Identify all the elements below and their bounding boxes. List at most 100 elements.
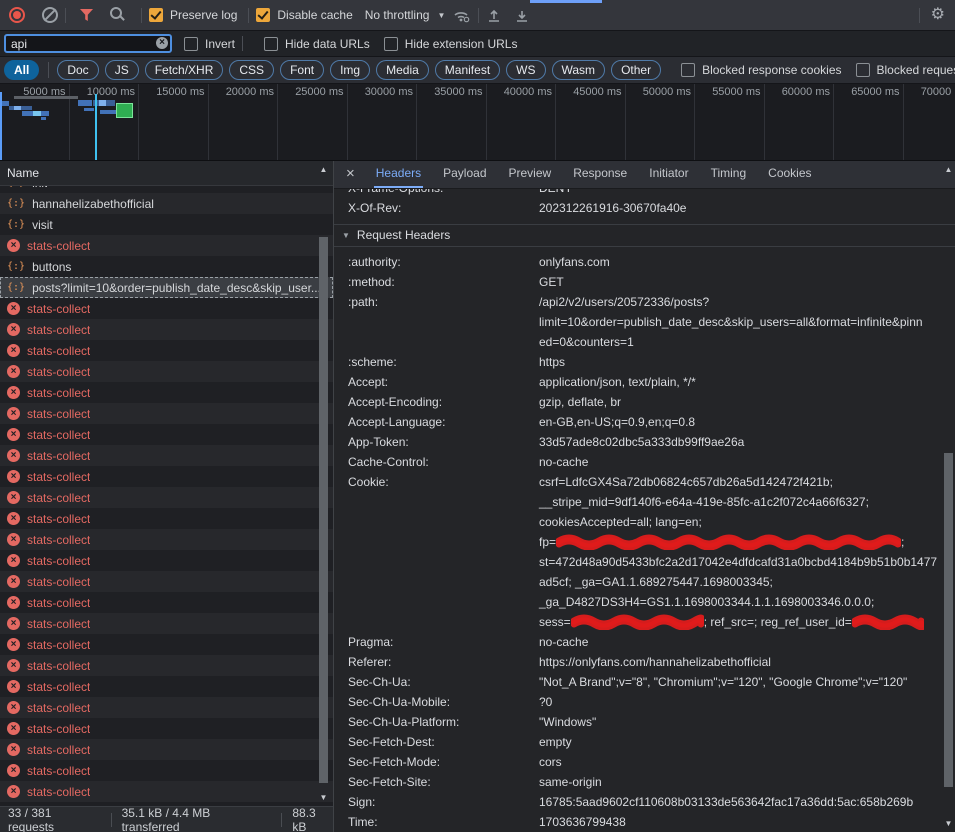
table-row[interactable]: × stats-collect <box>0 424 333 445</box>
header-value-text: ; <box>901 535 904 549</box>
table-row[interactable]: ×stats-collect <box>0 382 333 403</box>
network-conditions-icon[interactable] <box>453 8 471 23</box>
table-row[interactable]: ×stats-collect <box>0 445 333 466</box>
header-value-text: 202312261916-30670fa40e <box>539 201 686 215</box>
error-icon: × <box>7 428 20 441</box>
table-row[interactable]: ×stats-collect <box>0 634 333 655</box>
header-value-line: "Windows" <box>539 712 596 732</box>
tab-response[interactable]: Response <box>571 161 629 188</box>
filter-chip-wasm[interactable]: Wasm <box>552 60 606 80</box>
header-value-line: GET <box>539 272 564 292</box>
tab-cookies[interactable]: Cookies <box>766 161 813 188</box>
clear-filter-icon[interactable]: × <box>156 37 168 49</box>
header-value-text: ad5cf; _ga=GA1.1.689275447.1698003345; <box>539 575 773 589</box>
disable-cache-checkbox[interactable] <box>256 8 270 22</box>
tab-headers[interactable]: Headers <box>374 161 423 188</box>
table-row[interactable]: ×stats-collect <box>0 466 333 487</box>
header-value-line: fp=; <box>539 532 937 552</box>
clear-icon[interactable] <box>42 7 58 23</box>
checkbox-blocked-response-cookies[interactable] <box>681 63 695 77</box>
request-headers-section-header[interactable]: ▼Request Headers <box>334 224 955 247</box>
filter-chip-ws[interactable]: WS <box>506 60 545 80</box>
table-row[interactable]: {:}posts?limit=10&order=publish_date_des… <box>0 277 333 298</box>
scrollbar-thumb[interactable] <box>319 237 328 783</box>
throttling-select[interactable]: No throttling <box>365 8 430 22</box>
filter-chip-font[interactable]: Font <box>280 60 324 80</box>
table-row[interactable]: ×stats-collect <box>0 718 333 739</box>
error-icon: × <box>7 533 20 546</box>
table-row[interactable]: ×stats-collect <box>0 550 333 571</box>
tab-preview[interactable]: Preview <box>507 161 554 188</box>
scroll-down-icon[interactable]: ▼ <box>317 791 330 804</box>
tab-payload[interactable]: Payload <box>441 161 488 188</box>
record-icon[interactable] <box>9 7 25 23</box>
settings-gear-icon[interactable]: ⚙ <box>931 7 945 23</box>
table-row[interactable]: ×stats-collect <box>0 760 333 781</box>
preserve-log-checkbox[interactable] <box>149 8 163 22</box>
table-row[interactable]: ×stats-collect <box>0 487 333 508</box>
table-row[interactable]: ×stats-collect <box>0 508 333 529</box>
timeline-overview[interactable]: 5000 ms10000 ms15000 ms20000 ms25000 ms3… <box>0 84 955 161</box>
table-row[interactable]: {:}buttons <box>0 256 333 277</box>
request-name: stats-collect <box>27 617 90 631</box>
tab-initiator[interactable]: Initiator <box>647 161 690 188</box>
table-row[interactable]: ×stats-collect <box>0 655 333 676</box>
table-row[interactable]: ×stats-collect <box>0 340 333 361</box>
filter-chip-css[interactable]: CSS <box>229 60 274 80</box>
filter-chip-media[interactable]: Media <box>376 60 429 80</box>
table-row[interactable]: ×stats-collect <box>0 592 333 613</box>
export-har-icon[interactable] <box>514 8 530 23</box>
table-row[interactable]: ×stats-collect <box>0 298 333 319</box>
table-row[interactable]: ×stats-collect <box>0 781 333 802</box>
import-har-icon[interactable] <box>486 8 502 23</box>
tab-timing[interactable]: Timing <box>709 161 749 188</box>
filter-input[interactable] <box>4 34 172 53</box>
checkbox-hide-data-urls[interactable] <box>264 37 278 51</box>
header-value-text: st=472d48a90d5433bfc2a2d17042e4dfdcafd31… <box>539 555 937 569</box>
filter-chip-fetch-xhr[interactable]: Fetch/XHR <box>145 60 224 80</box>
scroll-up-icon[interactable]: ▲ <box>317 163 330 176</box>
table-row[interactable]: {:}init <box>0 186 333 193</box>
name-column-header[interactable]: Name <box>0 161 333 186</box>
filter-chip-manifest[interactable]: Manifest <box>435 60 500 80</box>
chevron-down-icon[interactable]: ▼ <box>437 11 445 20</box>
search-icon[interactable] <box>110 7 122 19</box>
header-value-line: "Not_A Brand";v="8", "Chromium";v="120",… <box>539 672 907 692</box>
scroll-up-icon[interactable]: ▲ <box>942 163 955 176</box>
header-value-line: ad5cf; _ga=GA1.1.689275447.1698003345; <box>539 572 937 592</box>
table-row[interactable]: ×stats-collect <box>0 529 333 550</box>
filter-chip-doc[interactable]: Doc <box>57 60 98 80</box>
checkbox-invert[interactable] <box>184 37 198 51</box>
request-name: stats-collect <box>27 302 90 316</box>
table-row[interactable]: ×stats-collect <box>0 571 333 592</box>
close-icon[interactable]: × <box>346 160 355 187</box>
requests-scrollbar[interactable]: ▲ ▼ <box>317 161 330 806</box>
table-row[interactable]: {:}hannahelizabethofficial <box>0 193 333 214</box>
details-scrollbar[interactable]: ▲ ▼ <box>942 161 955 832</box>
checkbox-blocked-requests[interactable] <box>856 63 870 77</box>
filter-chip-img[interactable]: Img <box>330 60 370 80</box>
checkbox-hide-extension-urls[interactable] <box>384 37 398 51</box>
table-row[interactable]: ×stats-collect <box>0 739 333 760</box>
overview-selection-handle[interactable] <box>0 92 2 160</box>
checkbox-label: Invert <box>205 37 235 51</box>
timeline-tick-label: 70000 ms <box>904 84 955 160</box>
scrollbar-thumb[interactable] <box>944 453 953 787</box>
header-value: no-cache <box>539 452 588 472</box>
table-row[interactable]: ×stats-collect <box>0 235 333 256</box>
table-row[interactable]: ×stats-collect <box>0 613 333 634</box>
table-row[interactable]: {:}visit <box>0 214 333 235</box>
scroll-down-icon[interactable]: ▼ <box>942 817 955 830</box>
filter-funnel-icon[interactable] <box>80 9 93 21</box>
table-row[interactable]: ×stats-collect <box>0 361 333 382</box>
filter-chip-other[interactable]: Other <box>611 60 661 80</box>
filter-chip-all[interactable]: All <box>4 60 39 80</box>
header-value: 16785:5aad9602cf110608b03133de563642fac1… <box>539 792 913 812</box>
active-panel-tab-indicator <box>530 0 602 3</box>
filter-chip-js[interactable]: JS <box>105 60 139 80</box>
table-row[interactable]: ×stats-collect <box>0 697 333 718</box>
table-row[interactable]: ×stats-collect <box>0 676 333 697</box>
table-row[interactable]: ×stats-collect <box>0 319 333 340</box>
table-row[interactable]: ×stats-collect <box>0 403 333 424</box>
request-name: stats-collect <box>27 428 90 442</box>
